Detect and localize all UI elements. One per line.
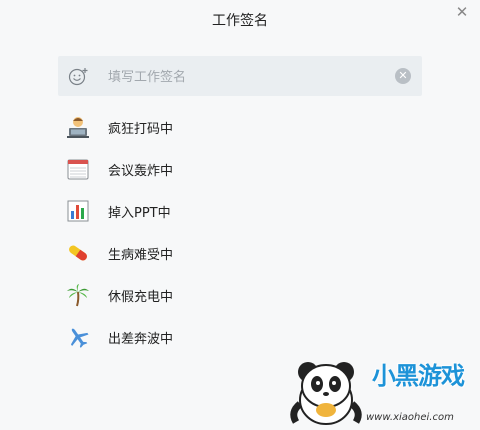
watermark-logo: 小黑游戏 www.xiaohei.com bbox=[280, 352, 480, 430]
status-item-ppt[interactable]: 掉入PPT中 bbox=[66, 190, 446, 232]
status-label: 会议轰炸中 bbox=[108, 163, 174, 179]
status-item-meeting[interactable]: 会议轰炸中 bbox=[66, 148, 446, 190]
status-item-vacation[interactable]: 休假充电中 bbox=[66, 274, 446, 316]
status-item-sick[interactable]: 生病难受中 bbox=[66, 232, 446, 274]
status-label: 疯狂打码中 bbox=[108, 121, 174, 137]
status-label: 出差奔波中 bbox=[108, 331, 174, 347]
clear-icon[interactable]: ✕ bbox=[395, 68, 411, 84]
status-label: 生病难受中 bbox=[108, 247, 174, 263]
watermark-url: www.xiaohei.com bbox=[366, 412, 454, 423]
close-icon[interactable]: ✕ bbox=[454, 4, 470, 20]
pill-icon bbox=[69, 245, 87, 261]
dialog-title: 工作签名 bbox=[212, 13, 268, 29]
airplane-icon bbox=[70, 328, 89, 348]
watermark-brand-text: 小黑游戏 bbox=[372, 362, 465, 390]
status-label: 休假充电中 bbox=[108, 289, 174, 305]
calendar-icon bbox=[67, 159, 89, 180]
coder-laptop-icon bbox=[67, 117, 89, 138]
work-signature-dialog: 工作签名 ✕ ✕ 疯狂打码中 bbox=[0, 0, 480, 430]
bar-chart-icon bbox=[67, 200, 89, 222]
status-list: 疯狂打码中 会议轰炸中 掉入PPT中 生病难受中 休假充电中 出差奔波中 bbox=[66, 106, 446, 358]
status-label: 掉入PPT中 bbox=[108, 205, 171, 221]
emoji-add-icon[interactable] bbox=[68, 66, 90, 86]
signature-input-box[interactable]: ✕ bbox=[58, 56, 422, 96]
palm-tree-icon bbox=[67, 284, 89, 307]
panda-mascot-icon bbox=[290, 362, 362, 425]
signature-input[interactable] bbox=[106, 65, 390, 89]
status-item-coding[interactable]: 疯狂打码中 bbox=[66, 106, 446, 148]
